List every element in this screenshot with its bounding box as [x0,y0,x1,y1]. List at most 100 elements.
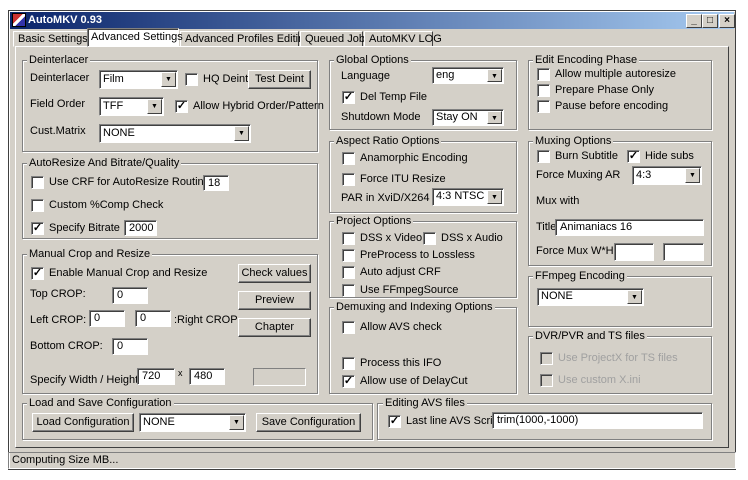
checkbox-box[interactable] [342,283,355,297]
tab-basic-settings[interactable]: Basic Settings [13,31,88,47]
field-order-label: Field Order [30,98,86,110]
crf-input[interactable]: 18 [203,175,229,191]
allow-multiple-autoresize-checkbox[interactable]: Allow multiple autoresize [537,67,676,81]
title-bar: AutoMKV 0.93 [10,12,734,29]
check-icon[interactable]: ✓ [31,266,44,280]
chapter-button[interactable]: Chapter [238,318,311,337]
allow-delaycut-checkbox[interactable]: ✓ Allow use of DelayCut [342,374,468,388]
left-crop-input[interactable]: 0 [89,310,125,327]
tab-automkv-log[interactable]: AutoMKV LOG [364,31,442,47]
chevron-down-icon[interactable]: ▼ [487,69,502,82]
mux-title-input[interactable]: Animaniacs 16 [555,219,704,236]
enable-crop-checkbox[interactable]: ✓ Enable Manual Crop and Resize [31,266,207,280]
force-itu-checkbox[interactable]: Force ITU Resize [342,172,446,186]
language-label: Language [341,70,390,82]
preprocess-lossless-checkbox[interactable]: PreProcess to Lossless [342,248,475,262]
dss-video-checkbox[interactable]: DSS x Video [342,231,422,245]
avs-script-input[interactable]: trim(1000,-1000) [492,412,703,429]
checkbox-box[interactable] [342,248,355,262]
checkbox-box[interactable] [342,265,355,279]
tab-queued-job[interactable]: Queued Job [300,31,365,47]
bottom-crop-input[interactable]: 0 [112,338,148,355]
chevron-down-icon[interactable]: ▼ [229,415,244,430]
checkbox-label: Allow multiple autoresize [555,68,677,80]
field-order-select[interactable]: TFF ▼ [99,97,164,116]
last-line-avs-checkbox[interactable]: ✓ Last line AVS Script [388,414,502,428]
checkbox-box[interactable] [342,356,355,370]
checkbox-box[interactable] [423,231,436,245]
cust-matrix-select[interactable]: NONE ▼ [99,124,251,143]
window-title: AutoMKV 0.93 [28,14,102,26]
right-crop-input[interactable]: 0 [135,310,171,327]
chevron-down-icon[interactable]: ▼ [487,111,502,124]
close-button[interactable]: × [719,14,735,28]
width-input[interactable]: 720 [137,368,175,385]
checkbox-box [540,373,553,387]
allow-avs-check-checkbox[interactable]: Allow AVS check [342,320,442,334]
group-title: Global Options [334,54,411,66]
burn-subtitle-checkbox[interactable]: Burn Subtitle [537,149,618,163]
force-muxing-ar-select[interactable]: 4:3 ▼ [632,166,702,185]
configuration-select[interactable]: NONE ▼ [139,413,246,432]
check-icon[interactable]: ✓ [31,221,44,235]
chevron-down-icon[interactable]: ▼ [487,190,502,204]
tab-advanced-settings[interactable]: Advanced Settings [87,28,183,47]
custom-comp-checkbox[interactable]: Custom %Comp Check [31,198,163,212]
mux-height-input[interactable] [663,243,704,261]
del-temp-file-checkbox[interactable]: ✓ Del Temp File [342,90,427,104]
chevron-down-icon[interactable]: ▼ [147,99,162,114]
prepare-phase-only-checkbox[interactable]: Prepare Phase Only [537,83,654,97]
checkbox-box[interactable] [342,172,355,186]
bitrate-input[interactable]: 2000 [124,220,157,236]
process-ifo-checkbox[interactable]: Process this IFO [342,356,441,370]
load-configuration-button[interactable]: Load Configuration [32,413,134,432]
checkbox-box[interactable] [342,151,355,165]
language-select[interactable]: eng ▼ [432,67,504,84]
ffmpeg-select[interactable]: NONE ▼ [537,288,644,306]
shutdown-mode-select[interactable]: Stay ON ▼ [432,109,504,126]
group-title: Edit Encoding Phase [533,54,640,66]
specify-bitrate-checkbox[interactable]: ✓ Specify Bitrate [31,221,120,235]
auto-adjust-crf-checkbox[interactable]: Auto adjust CRF [342,265,441,279]
maximize-button[interactable]: □ [702,14,718,28]
chevron-down-icon[interactable]: ▼ [685,168,700,183]
checkbox-label: Use FFmpegSource [360,284,459,296]
test-deint-button[interactable]: Test Deint [248,70,311,89]
checkbox-box[interactable] [185,72,198,86]
checkbox-box[interactable] [537,67,550,81]
checkbox-box[interactable] [537,83,550,97]
minimize-button[interactable]: _ [686,14,702,28]
deinterlacer-select[interactable]: Film ▼ [99,70,178,89]
par-select[interactable]: 4:3 NTSC ▼ [432,188,504,206]
check-icon[interactable]: ✓ [342,374,355,388]
selected-value: 4:3 [636,169,652,181]
save-configuration-button[interactable]: Save Configuration [256,413,361,432]
tab-advanced-profiles-editing[interactable]: Advanced Profiles Editing [180,31,310,47]
top-crop-input[interactable]: 0 [112,287,148,304]
check-icon[interactable]: ✓ [175,99,188,113]
hq-deint-checkbox[interactable]: HQ Deint [185,72,248,86]
check-icon[interactable]: ✓ [627,149,640,163]
hide-subs-checkbox[interactable]: ✓ Hide subs [627,149,694,163]
checkbox-box[interactable] [537,149,550,163]
allow-hybrid-checkbox[interactable]: ✓ Allow Hybrid Order/Pattern [175,99,324,113]
height-input[interactable]: 480 [189,368,225,385]
check-icon[interactable]: ✓ [342,90,355,104]
chevron-down-icon[interactable]: ▼ [627,290,642,304]
checkbox-box[interactable] [31,175,44,189]
checkbox-box[interactable] [342,320,355,334]
pause-before-encoding-checkbox[interactable]: Pause before encoding [537,99,668,113]
chevron-down-icon[interactable]: ▼ [234,126,249,141]
checkbox-box[interactable] [342,231,355,245]
checkbox-box[interactable] [31,198,44,212]
mux-width-input[interactable] [614,243,654,261]
use-ffmpegsource-checkbox[interactable]: Use FFmpegSource [342,283,458,297]
checkbox-box[interactable] [537,99,550,113]
dss-audio-checkbox[interactable]: DSS x Audio [423,231,503,245]
chevron-down-icon[interactable]: ▼ [161,72,176,87]
check-icon[interactable]: ✓ [388,414,401,428]
anamorphic-checkbox[interactable]: Anamorphic Encoding [342,151,468,165]
use-crf-checkbox[interactable]: Use CRF for AutoResize Routines [31,175,215,189]
check-values-button[interactable]: Check values [238,264,311,283]
preview-button[interactable]: Preview [238,291,311,310]
